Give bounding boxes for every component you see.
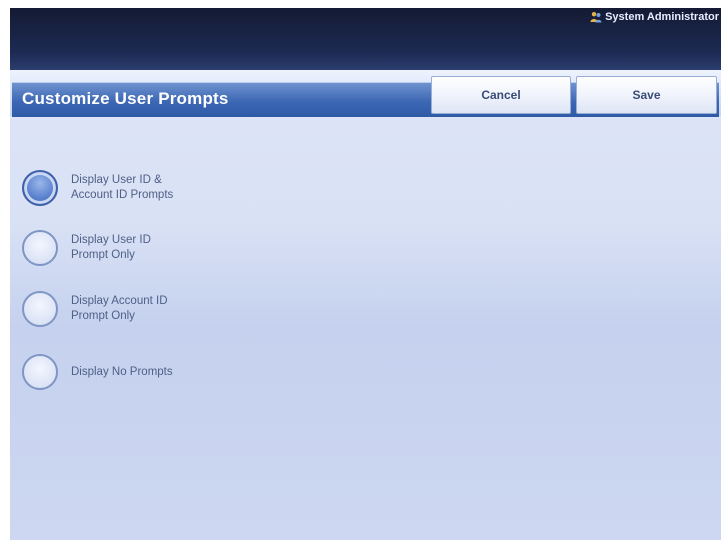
option-label: Display User ID & Account ID Prompts [71,174,174,201]
user-group-icon [590,11,602,23]
device-screen: System Administrator Customize User Prom… [10,8,721,540]
option-label: Display No Prompts [71,365,173,378]
option-label: Display Account ID Prompt Only [71,295,168,322]
option-user-id-prompt-only[interactable]: Display User ID Prompt Only [22,230,211,266]
save-button[interactable]: Save [576,76,717,114]
radio-button[interactable] [22,291,58,327]
logged-in-user[interactable]: System Administrator [590,11,719,23]
radio-button[interactable] [22,354,58,390]
option-user-and-account-prompts[interactable]: Display User ID & Account ID Prompts [22,170,211,206]
option-account-id-prompt-only[interactable]: Display Account ID Prompt Only [22,291,211,327]
status-bar: System Administrator [10,8,721,70]
option-label: Display User ID Prompt Only [71,234,151,261]
user-name: System Administrator [605,11,719,23]
radio-button[interactable] [22,170,58,206]
page-title: Customize User Prompts [22,89,229,108]
option-no-prompts[interactable]: Display No Prompts [22,354,211,390]
cancel-button[interactable]: Cancel [431,76,571,114]
radio-button[interactable] [22,230,58,266]
photo-frame: System Administrator Customize User Prom… [0,0,721,540]
